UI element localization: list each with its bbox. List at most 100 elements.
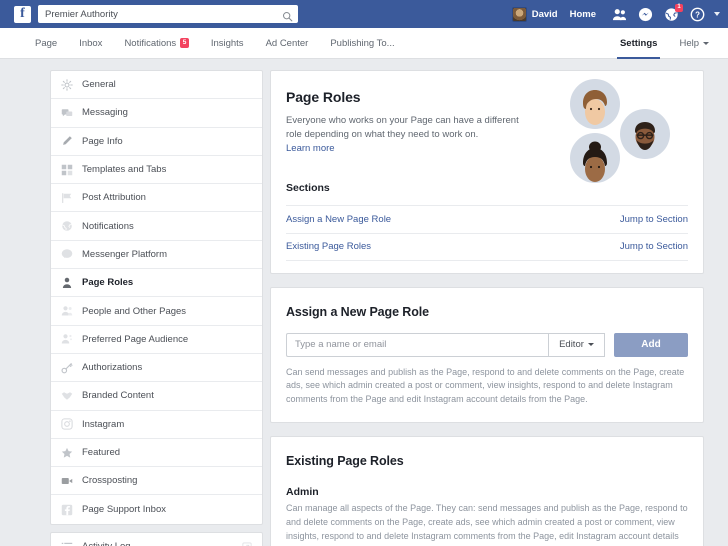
sidebar-item-instagram-label: Instagram [82, 418, 125, 430]
assign-new-page-role-card: Assign a New Page Role Editor Add Can se… [270, 286, 704, 424]
search-bar[interactable] [38, 5, 298, 23]
key-icon [61, 362, 73, 374]
tab-settings[interactable]: Settings [609, 28, 668, 59]
jump-to-section-link[interactable]: Jump to Section [620, 214, 688, 225]
existing-page-roles-section: Existing Page Roles Admin Can manage all… [286, 437, 688, 546]
tab-settings-label: Settings [619, 37, 658, 49]
sidebar-item-authorizations[interactable]: Authorizations [51, 354, 262, 383]
sidebar-item-activity-log[interactable]: Activity Log [51, 533, 262, 546]
sidebar-item-branded-content[interactable]: Branded Content [51, 382, 262, 411]
tab-ad-center-label: Ad Center [265, 37, 309, 49]
help-icon[interactable]: ? [690, 7, 705, 22]
sidebar-item-page-support-inbox-label: Page Support Inbox [82, 504, 166, 516]
page-roles-illustration [562, 75, 682, 195]
sidebar-item-featured-label: Featured [82, 447, 121, 458]
search-input[interactable] [45, 8, 282, 20]
role-group-heading: Admin [286, 486, 319, 499]
page-roles-hero: Page Roles Everyone who works on your Pa… [286, 71, 688, 183]
tab-insights-label: Insights [210, 37, 244, 49]
chat-bubble-icon [61, 248, 73, 260]
section-row-label[interactable]: Existing Page Roles [286, 241, 371, 252]
existing-page-roles-card: Existing Page Roles Admin Can manage all… [270, 436, 704, 546]
sidebar-item-messaging-label: Messaging [82, 107, 128, 119]
sidebar-item-activity-log-label: Activity Log [82, 541, 131, 546]
star-icon [61, 447, 73, 459]
sidebar-item-templates-and-tabs-label: Templates and Tabs [82, 164, 167, 176]
avatar[interactable] [511, 6, 527, 22]
assign-new-page-role-section: Assign a New Page Role Editor Add Can se… [286, 288, 688, 423]
tab-notifications-label: Notifications [124, 37, 177, 49]
settings-sidebar: General Messaging Page Info Templates an… [50, 70, 263, 546]
tab-help[interactable]: Help [668, 28, 720, 58]
facebook-square-icon [61, 504, 73, 516]
audience-icon [61, 333, 73, 345]
home-link[interactable]: Home [570, 9, 596, 20]
svg-text:?: ? [695, 10, 700, 19]
sidebar-item-page-info[interactable]: Page Info [51, 128, 262, 156]
page-tab-bar: Page Inbox Notifications 5 Insights Ad C… [0, 28, 728, 59]
user-name-label[interactable]: David [532, 9, 558, 20]
sidebar-item-instagram[interactable]: Instagram [51, 411, 262, 439]
search-icon[interactable] [282, 9, 293, 21]
tab-help-label: Help [679, 37, 699, 49]
friend-requests-icon[interactable] [612, 7, 627, 22]
tab-notifications[interactable]: Notifications 5 [113, 28, 199, 58]
tab-inbox[interactable]: Inbox [68, 28, 113, 58]
tab-ad-center[interactable]: Ad Center [255, 28, 320, 58]
sidebar-item-page-info-label: Page Info [82, 135, 123, 147]
sidebar-menu-card: General Messaging Page Info Templates an… [50, 70, 263, 525]
notification-badge: 1 [675, 3, 683, 12]
instagram-icon [61, 418, 73, 430]
role-dropdown[interactable]: Editor [548, 332, 605, 357]
add-button[interactable]: Add [614, 332, 688, 357]
tab-publishing-tools-label: Publishing To... [330, 37, 395, 49]
chevron-down-icon [587, 343, 594, 347]
sidebar-item-templates-and-tabs[interactable]: Templates and Tabs [51, 156, 262, 185]
sidebar-item-crossposting[interactable]: Crossposting [51, 467, 262, 496]
sidebar-item-notifications-label: Notifications [82, 220, 134, 232]
tab-page-label: Page [35, 37, 58, 49]
tab-publishing-tools[interactable]: Publishing To... [319, 28, 405, 58]
gear-icon [61, 78, 73, 91]
sidebar-item-preferred-page-audience[interactable]: Preferred Page Audience [51, 326, 262, 354]
sidebar-item-page-support-inbox[interactable]: Page Support Inbox [51, 495, 262, 523]
assign-name-or-email-input[interactable] [286, 332, 548, 357]
assign-section-title: Assign a New Page Role [286, 304, 429, 319]
sidebar-item-authorizations-label: Authorizations [82, 362, 143, 374]
handshake-icon [61, 390, 73, 402]
sidebar-item-branded-content-label: Branded Content [82, 390, 154, 402]
tab-page[interactable]: Page [24, 28, 68, 58]
page-body: General Messaging Page Info Templates an… [0, 59, 728, 546]
notifications-globe-icon[interactable]: 1 [664, 3, 683, 22]
sidebar-item-notifications[interactable]: Notifications [51, 212, 262, 241]
section-row-assign-new-page-role[interactable]: Assign a New Page Role Jump to Section [286, 204, 688, 233]
sidebar-item-messenger-platform[interactable]: Messenger Platform [51, 241, 262, 270]
account-menu-chevron-down-icon[interactable] [714, 12, 720, 16]
pencil-icon [61, 135, 73, 147]
sidebar-item-general[interactable]: General [51, 71, 262, 100]
messenger-icon[interactable] [638, 7, 653, 22]
section-row-label[interactable]: Assign a New Page Role [286, 214, 391, 225]
sidebar-item-page-roles[interactable]: Page Roles [51, 269, 262, 298]
admin-role-description: Can manage all aspects of the Page. They… [286, 503, 688, 546]
section-row-existing-page-roles[interactable]: Existing Page Roles Jump to Section [286, 232, 688, 261]
external-link-icon[interactable] [242, 542, 252, 546]
sidebar-item-page-roles-label: Page Roles [82, 277, 134, 289]
facebook-logo-icon[interactable]: f [14, 5, 31, 23]
sidebar-item-crossposting-label: Crossposting [82, 475, 138, 487]
role-dropdown-value: Editor [559, 339, 584, 351]
jump-to-section-link[interactable]: Jump to Section [620, 241, 688, 252]
tab-inbox-label: Inbox [79, 37, 103, 49]
existing-section-title: Existing Page Roles [286, 454, 404, 469]
sidebar-item-messaging[interactable]: Messaging [51, 99, 262, 128]
flag-icon [61, 192, 73, 204]
top-bar-right-cluster: David Home 1 ? [511, 0, 720, 28]
settings-main-content: Page Roles Everyone who works on your Pa… [270, 70, 704, 546]
tab-insights[interactable]: Insights [200, 28, 255, 58]
person-icon [61, 277, 73, 289]
people-icon [61, 305, 73, 317]
sidebar-item-post-attribution[interactable]: Post Attribution [51, 184, 262, 213]
sidebar-item-featured[interactable]: Featured [51, 439, 262, 468]
page-description: Everyone who works on your Page can have… [286, 115, 519, 140]
sidebar-item-people-and-other-pages[interactable]: People and Other Pages [51, 297, 262, 326]
